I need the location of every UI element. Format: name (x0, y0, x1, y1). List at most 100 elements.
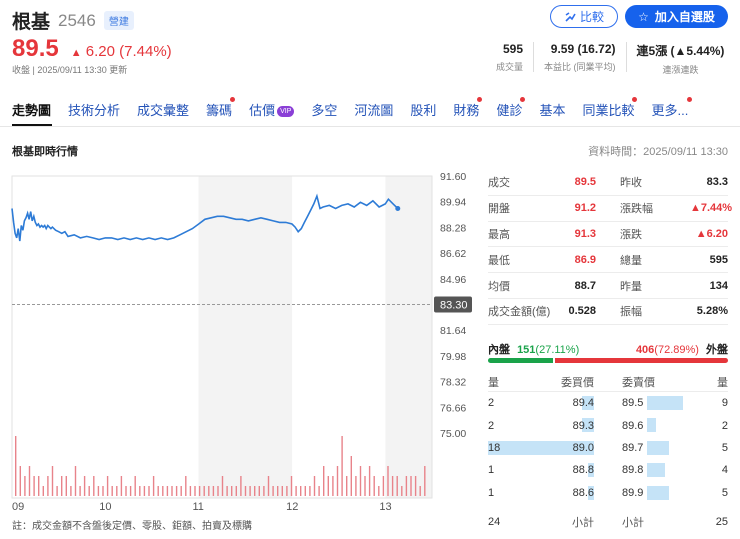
tab-technical[interactable]: 技術分析 (68, 100, 120, 119)
ask-price[interactable]: 89.7 (622, 442, 682, 454)
tab-dividend[interactable]: 股利 (410, 100, 436, 119)
volume-bar (33, 476, 35, 496)
tab-more[interactable]: 更多... (651, 97, 693, 119)
tab-basic[interactable]: 基本 (539, 100, 565, 119)
y-tick-label: 88.28 (440, 222, 466, 234)
ask-price[interactable]: 89.6 (622, 420, 682, 432)
volume-bar (47, 476, 49, 496)
volume-bar (309, 486, 311, 496)
volume-bar (194, 486, 196, 496)
tab-label: 財務 (453, 103, 480, 118)
ask-qty: 4 (721, 464, 728, 477)
stat-label: 連漲連跌 (662, 65, 699, 75)
bid-price[interactable]: 89.4 (548, 397, 594, 409)
tab-chips[interactable]: 籌碼 (206, 97, 236, 119)
outer-label: 外盤 (706, 344, 728, 356)
ask-qty: 5 (721, 441, 728, 454)
volume-bar (180, 486, 182, 496)
tab-financial[interactable]: 財務 (453, 97, 483, 119)
quote-value: ▲7.44% (690, 202, 733, 215)
star-icon: ☆ (638, 9, 649, 24)
volume-bar (15, 436, 17, 496)
tab-health[interactable]: 健診 (496, 97, 526, 119)
tab-river[interactable]: 河流圖 (354, 100, 393, 119)
quote-row: 開盤 91.2 漲跌幅 ▲7.44% (488, 196, 733, 222)
compare-button[interactable]: 比較 (550, 5, 618, 28)
stat-volume: 595 成交量 (496, 42, 523, 73)
tab-bull-bear[interactable]: 多空 (311, 100, 337, 119)
section-title: 根基即時行情 (12, 146, 78, 158)
tab-label: 河流圖 (354, 103, 394, 118)
quote-label: 最低 (488, 254, 510, 267)
volume-bar (102, 486, 104, 496)
notify-dot (632, 97, 638, 102)
volume-bar (162, 486, 164, 496)
tab-peer[interactable]: 同業比較 (582, 97, 638, 119)
volume-bar (323, 466, 325, 496)
stock-name: 根基 (12, 12, 51, 33)
price-change-value: 6.20 (7.44%) (85, 43, 172, 60)
tab-label: 技術分析 (68, 103, 121, 118)
volume-bar (290, 476, 293, 496)
volume-bar (231, 486, 233, 496)
stat-streak: 連5漲 (▲5.44%) 連漲連跌 (637, 42, 725, 76)
bid-price[interactable]: 88.6 (548, 487, 594, 499)
ask-price[interactable]: 89.9 (622, 487, 682, 499)
bid-price[interactable]: 89.3 (548, 420, 594, 432)
volume-bar (346, 476, 348, 496)
quote-value: 88.7 (574, 279, 596, 292)
volume-bar (83, 476, 86, 496)
footnote: 註：成交金額不含盤後定價、零股、鉅額、拍賣及標購 (12, 521, 252, 532)
ask-price[interactable]: 89.5 (622, 397, 682, 409)
inner-summary: 內盤 151(27.11%) (488, 341, 579, 357)
volume-bar (240, 476, 242, 496)
bid-price[interactable]: 89.0 (548, 442, 594, 454)
volume-bar (341, 436, 343, 496)
tab-label: 成交彙整 (137, 103, 190, 118)
industry-tag[interactable]: 營建 (103, 11, 134, 30)
y-tick-label: 76.66 (440, 402, 466, 414)
bid-qty: 1 (488, 486, 495, 499)
volume-bar (387, 466, 389, 496)
volume-bar (51, 466, 54, 496)
volume-bar (38, 476, 40, 496)
volume-bar (332, 476, 334, 496)
intraday-chart: 91.60 89.94 88.28 86.62 84.96 83.30 81.64 79.98… (11, 171, 472, 513)
quote-value: 595 (709, 253, 728, 266)
volume-bar (79, 486, 81, 496)
tab-label: 健診 (496, 103, 523, 118)
volume-bar (424, 466, 426, 496)
volume-bar (74, 466, 77, 496)
add-watchlist-button[interactable]: ☆ 加入自選股 (625, 5, 728, 28)
bid-qty: 2 (488, 397, 495, 410)
tab-trend[interactable]: 走勢圖 (12, 100, 51, 119)
x-tick-label: 11 (192, 501, 203, 513)
in-out-bar (488, 358, 728, 363)
volume-bar (111, 486, 113, 496)
stat-value: 9.59 (16.72) (550, 42, 616, 56)
volume-bar (106, 476, 109, 496)
quote-label: 昨收 (620, 177, 642, 190)
volume-bar (70, 486, 72, 496)
tab-valuation[interactable]: 估價 VIP (249, 100, 295, 119)
quote-label: 總量 (620, 254, 642, 267)
volume-bar (254, 486, 256, 496)
volume-bar (152, 476, 155, 496)
volume-bar (203, 486, 205, 496)
quote-value: 0.528 (568, 305, 596, 318)
order-book: 量委買價 委賣價量 2 89.4 89.5 9 2 89.3 89.6 2 18 89.0 89.7 5 1… (488, 372, 728, 534)
volume-bar (286, 486, 288, 496)
price-row: 89.5 ▲ 6.20 (7.44%) (12, 35, 172, 63)
bid-price[interactable]: 88.8 (548, 464, 594, 476)
last-point-marker (395, 206, 401, 212)
bid-qty: 18 (488, 441, 501, 454)
tab-trades[interactable]: 成交彙整 (137, 100, 189, 119)
volume-bar (157, 486, 159, 496)
y-tick-label: 86.62 (440, 248, 466, 260)
volume-bar (350, 456, 352, 496)
in-out-summary: 內盤 151(27.11%) 406(72.89%) 外盤 (488, 341, 728, 357)
volume-bar (24, 476, 26, 496)
volume-bar (368, 466, 371, 496)
ask-price[interactable]: 89.8 (622, 464, 682, 476)
volume-bar (249, 486, 251, 496)
